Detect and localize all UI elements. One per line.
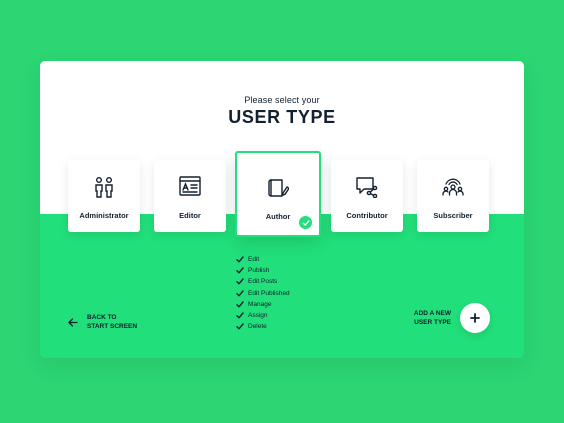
permission-item: Edit [236,254,290,265]
chat-share-icon [331,176,403,200]
permission-item: Delete [236,321,290,332]
permission-item: Edit Published [236,288,290,299]
broadcast-users-icon [417,176,489,200]
role-card-administrator[interactable]: Administrator [68,160,140,232]
role-card-author[interactable]: Author [235,151,321,237]
role-label: Editor [179,211,201,220]
permission-label: Publish [248,267,270,275]
check-icon [236,267,244,274]
notebook-pen-icon [237,177,319,201]
add-user-type-button[interactable]: ADD A NEW USER TYPE [414,303,490,333]
role-card-editor[interactable]: Editor [154,160,226,232]
role-label: Subscriber [433,211,473,220]
permission-item: Assign [236,310,290,321]
check-icon [236,289,244,297]
permissions-list: Edit Publish Edit Posts Edit Published M… [236,254,290,332]
permission-label: Delete [248,323,267,331]
check-icon [236,312,244,319]
page-title: USER TYPE [228,107,336,127]
check-icon [236,278,244,285]
subtitle: Please select your [244,95,320,105]
back-label: BACK TO START SCREEN [87,313,137,331]
permission-item: Manage [236,299,290,310]
permission-label: Edit Posts [248,278,278,286]
permission-item: Publish [236,265,290,276]
add-label: ADD A NEW USER TYPE [414,309,451,327]
role-card-subscriber[interactable]: Subscriber [417,160,489,232]
users-icon [68,176,140,200]
plus-button[interactable] [460,303,490,333]
back-label-line1: BACK TO [87,314,117,321]
plus-icon [470,313,480,323]
role-card-contributor[interactable]: Contributor [331,160,403,232]
add-label-line1: ADD A NEW [413,310,451,317]
permission-label: Assign [248,312,268,320]
add-label-line2: USER TYPE [414,319,451,326]
back-label-line2: START SCREEN [87,323,138,330]
arrow-left-icon [68,317,78,327]
document-icon [154,176,226,200]
check-icon [236,323,244,330]
permission-label: Edit [248,256,260,264]
permission-label: Manage [248,300,272,308]
back-to-start-button[interactable]: BACK TO START SCREEN [68,313,137,331]
permission-item: Edit Posts [236,276,290,287]
check-icon [236,256,244,263]
role-label: Administrator [79,211,129,220]
check-icon [236,301,244,308]
role-label: Contributor [346,211,388,220]
permission-label: Edit Published [248,289,290,297]
selected-check-icon [299,216,312,229]
